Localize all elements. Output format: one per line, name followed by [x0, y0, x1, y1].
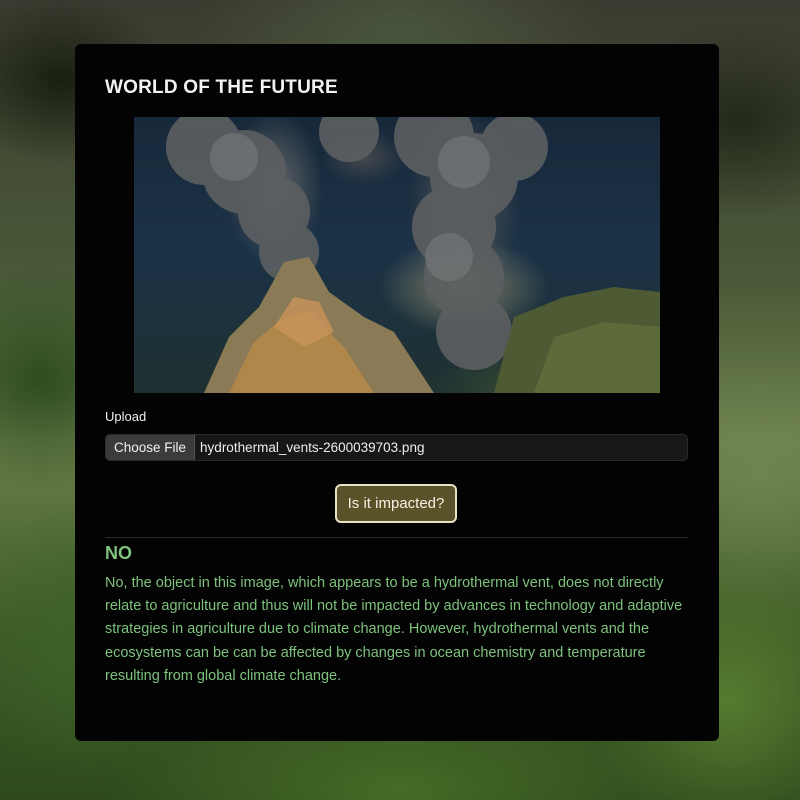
- app-title: WORLD OF THE FUTURE: [105, 77, 338, 98]
- main-panel: WORLD OF THE FUTURE Upload Choose File h…: [75, 44, 719, 741]
- is-it-impacted-button[interactable]: Is it impacted?: [335, 484, 457, 523]
- result-divider: [105, 537, 688, 538]
- file-upload-input[interactable]: Choose File hydrothermal_vents-260003970…: [105, 434, 688, 461]
- selected-file-name: hydrothermal_vents-2600039703.png: [200, 440, 425, 455]
- uploaded-image-preview: [134, 117, 660, 393]
- hydrothermal-vent-illustration: [166, 117, 660, 393]
- choose-file-button[interactable]: Choose File: [106, 435, 196, 460]
- result-heading: NO: [105, 543, 132, 563]
- upload-label: Upload: [105, 409, 147, 424]
- result-explanation: No, the object in this image, which appe…: [105, 575, 683, 684]
